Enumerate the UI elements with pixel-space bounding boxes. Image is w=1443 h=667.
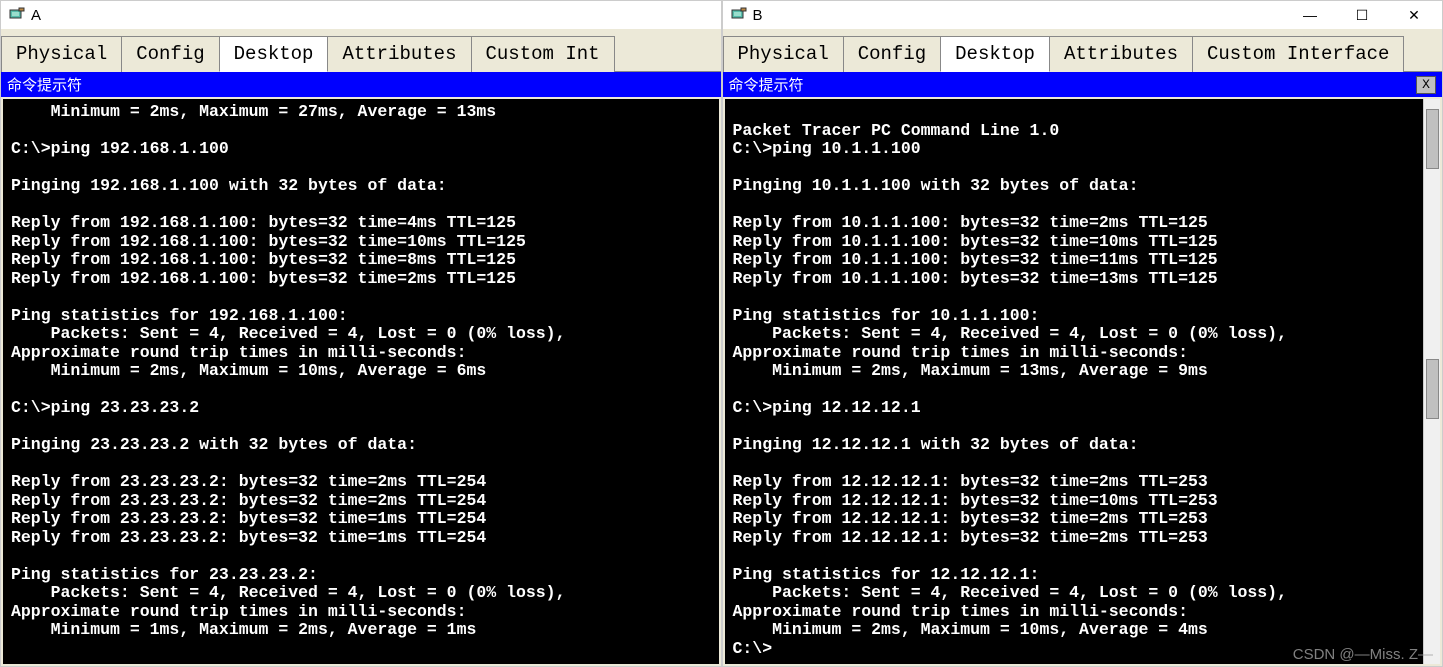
prompt-titlebar-a[interactable]: 命令提示符 — [1, 72, 721, 97]
tab-custom-interface[interactable]: Custom Int — [471, 36, 615, 72]
pc-icon — [731, 7, 747, 23]
tab-custom-interface[interactable]: Custom Interface — [1192, 36, 1404, 72]
minimize-button[interactable]: — — [1290, 3, 1330, 27]
maximize-button[interactable]: ☐ — [1342, 3, 1382, 27]
titlebar-a[interactable]: A — [1, 1, 721, 29]
tab-physical[interactable]: Physical — [723, 36, 844, 72]
window-title-b: B — [753, 7, 763, 24]
terminal-a[interactable]: Minimum = 2ms, Maximum = 27ms, Average =… — [3, 99, 719, 664]
tab-config[interactable]: Config — [121, 36, 219, 72]
tab-physical[interactable]: Physical — [1, 36, 122, 72]
window-a: A Physical Config Desktop Attributes Cus… — [0, 0, 722, 667]
tabs-b: Physical Config Desktop Attributes Custo… — [723, 29, 1443, 72]
tabs-a: Physical Config Desktop Attributes Custo… — [1, 29, 721, 72]
tab-attributes[interactable]: Attributes — [327, 36, 471, 72]
window-b: B — ☐ ✕ Physical Config Desktop Attribut… — [722, 0, 1443, 667]
terminal-wrap-a: Minimum = 2ms, Maximum = 27ms, Average =… — [1, 97, 721, 666]
window-title-a: A — [31, 7, 41, 24]
terminal-b[interactable]: Packet Tracer PC Command Line 1.0 C:\>pi… — [725, 99, 1424, 664]
tab-config[interactable]: Config — [843, 36, 941, 72]
terminal-wrap-b: Packet Tracer PC Command Line 1.0 C:\>pi… — [723, 97, 1443, 666]
prompt-close-button[interactable]: X — [1416, 76, 1436, 94]
titlebar-b[interactable]: B — ☐ ✕ — [723, 1, 1443, 29]
pc-icon — [9, 7, 25, 23]
prompt-titlebar-b[interactable]: 命令提示符 X — [723, 72, 1443, 97]
tab-desktop[interactable]: Desktop — [219, 36, 329, 72]
scrollbar-b[interactable] — [1423, 99, 1440, 664]
scroll-thumb-bottom[interactable] — [1426, 359, 1439, 419]
prompt-title-b: 命令提示符 — [729, 74, 804, 95]
prompt-title-a: 命令提示符 — [7, 74, 82, 95]
scroll-thumb-top[interactable] — [1426, 109, 1439, 169]
tab-attributes[interactable]: Attributes — [1049, 36, 1193, 72]
tab-desktop[interactable]: Desktop — [940, 36, 1050, 72]
close-button[interactable]: ✕ — [1394, 3, 1434, 27]
